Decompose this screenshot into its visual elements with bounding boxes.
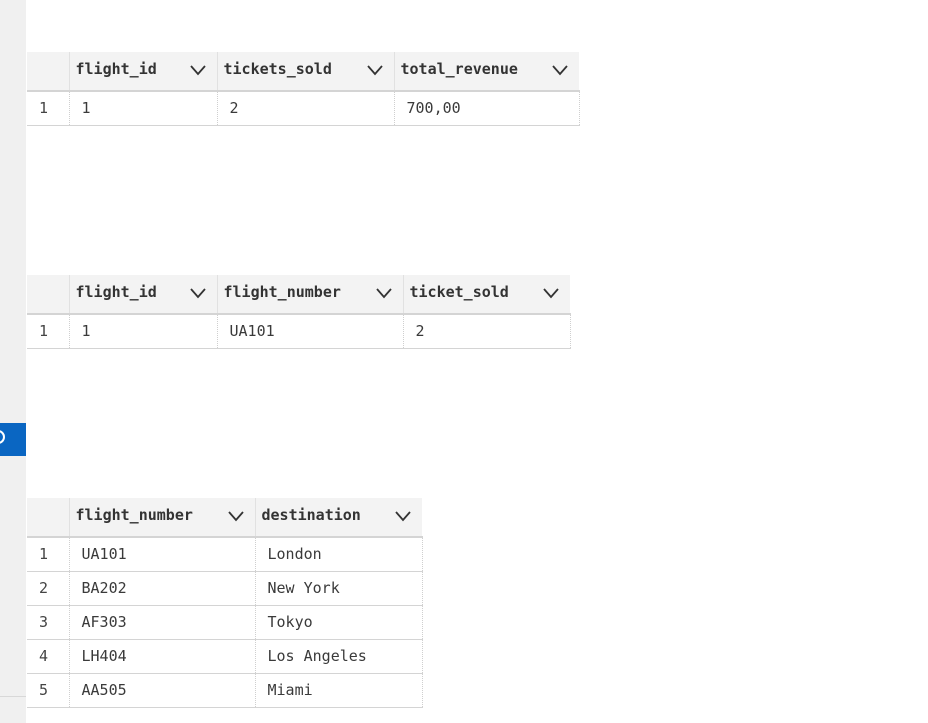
- chevron-down-icon[interactable]: [189, 64, 206, 76]
- row-number: 2: [27, 571, 69, 606]
- header-row: flight_id tickets_sold total_revenue: [27, 52, 579, 91]
- column-header-label: flight_number: [223, 283, 341, 301]
- table-cell[interactable]: 1: [68, 314, 217, 349]
- header-row: flight_id flight_number ticket_sold: [27, 275, 570, 314]
- column-header-tickets-sold[interactable]: tickets_sold: [216, 52, 394, 91]
- chevron-down-icon[interactable]: [227, 510, 244, 522]
- column-header-label: flight_number: [75, 506, 193, 524]
- table-row[interactable]: 5 AA505 Miami: [27, 673, 423, 708]
- row-number: 3: [27, 605, 69, 640]
- table-cell[interactable]: New York: [254, 571, 423, 606]
- table-cell[interactable]: 700,00: [393, 91, 580, 126]
- results-grid-2: flight_id flight_number ticket_sold 1 1 …: [27, 275, 571, 349]
- chevron-down-icon[interactable]: [395, 510, 411, 522]
- table-row[interactable]: 1 1 2 700,00: [27, 91, 580, 126]
- chevron-down-icon[interactable]: [366, 64, 383, 76]
- column-header-total-revenue[interactable]: total_revenue: [393, 52, 579, 91]
- chevron-down-icon[interactable]: [375, 287, 392, 299]
- row-number-header: [27, 52, 69, 91]
- table-cell[interactable]: AA505: [68, 673, 255, 708]
- table-cell[interactable]: UA101: [216, 314, 403, 349]
- table-row[interactable]: 1 1 UA101 2: [27, 314, 571, 349]
- column-header-ticket-sold[interactable]: ticket_sold: [402, 275, 570, 314]
- left-gutter: [0, 0, 26, 723]
- row-number: 5: [27, 673, 69, 708]
- header-row: flight_number destination: [27, 498, 422, 537]
- row-number: 1: [27, 537, 69, 572]
- table-cell[interactable]: UA101: [68, 537, 255, 572]
- column-header-label: destination: [261, 506, 361, 524]
- circle-icon: [0, 430, 5, 444]
- table-row[interactable]: 1 UA101 London: [27, 537, 423, 572]
- results-grid-3: flight_number destination 1 UA101 London…: [27, 498, 423, 708]
- column-header-label: flight_id: [75, 60, 157, 78]
- column-header-destination[interactable]: destination: [254, 498, 422, 537]
- table-cell[interactable]: Tokyo: [254, 605, 423, 640]
- column-header-label: total_revenue: [400, 60, 518, 78]
- column-header-flight-id[interactable]: flight_id: [68, 52, 217, 91]
- table-cell[interactable]: BA202: [68, 571, 255, 606]
- side-tab-button[interactable]: [0, 423, 26, 456]
- column-header-label: flight_id: [75, 283, 157, 301]
- row-number: 1: [27, 314, 69, 349]
- results-grid-1: flight_id tickets_sold total_revenue 1 1…: [27, 52, 580, 126]
- table-row[interactable]: 4 LH404 Los Angeles: [27, 639, 423, 674]
- row-number: 1: [27, 91, 69, 126]
- table-cell[interactable]: 1: [68, 91, 217, 126]
- chevron-down-icon[interactable]: [543, 287, 559, 299]
- column-header-flight-number[interactable]: flight_number: [68, 498, 255, 537]
- row-number: 4: [27, 639, 69, 674]
- column-header-flight-number[interactable]: flight_number: [216, 275, 403, 314]
- chevron-down-icon[interactable]: [552, 64, 568, 76]
- table-cell[interactable]: Miami: [254, 673, 423, 708]
- table-cell[interactable]: London: [254, 537, 423, 572]
- table-cell[interactable]: 2: [216, 91, 394, 126]
- chevron-down-icon[interactable]: [189, 287, 206, 299]
- gutter-divider: [0, 696, 26, 697]
- row-number-header: [27, 275, 69, 314]
- table-cell[interactable]: 2: [402, 314, 571, 349]
- column-header-label: tickets_sold: [223, 60, 332, 78]
- table-cell[interactable]: LH404: [68, 639, 255, 674]
- row-number-header: [27, 498, 69, 537]
- table-row[interactable]: 3 AF303 Tokyo: [27, 605, 423, 640]
- column-header-label: ticket_sold: [409, 283, 509, 301]
- column-header-flight-id[interactable]: flight_id: [68, 275, 217, 314]
- table-row[interactable]: 2 BA202 New York: [27, 571, 423, 606]
- table-cell[interactable]: Los Angeles: [254, 639, 423, 674]
- table-cell[interactable]: AF303: [68, 605, 255, 640]
